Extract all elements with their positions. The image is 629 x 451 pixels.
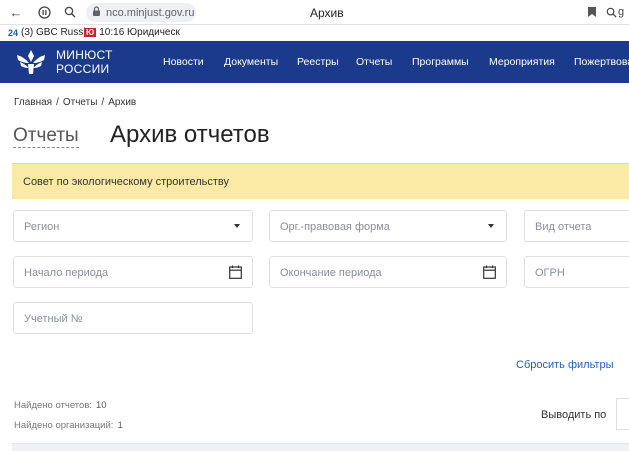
bookmarks-bar: 24 (3) GBC Russia Ю 10:16 Юридическ xyxy=(0,25,629,41)
calendar-icon[interactable] xyxy=(229,265,242,279)
address-bar[interactable]: nco.minjust.gov.ru xyxy=(86,3,196,22)
reports-found: Найдено отчетов: 10 xyxy=(14,400,107,411)
report-type-select[interactable]: Вид отчета xyxy=(524,210,629,242)
chevron-down-icon xyxy=(488,224,494,228)
bookmark-gbc[interactable]: 24 (3) GBC Russia xyxy=(8,27,91,38)
browser-toolbar: ← nco.minjust.gov.ru Архив g xyxy=(0,0,629,25)
period-start-field[interactable]: Начало периода xyxy=(13,256,253,288)
region-select[interactable]: Регион xyxy=(13,210,253,242)
bookmark-label: (3) GBC Russia xyxy=(21,27,92,38)
menu-search-icon[interactable]: g xyxy=(606,4,629,20)
bookmark-badge: 24 xyxy=(8,27,19,38)
tab-reports[interactable]: Отчеты xyxy=(13,125,79,148)
nav-item-reports[interactable]: Отчеты xyxy=(356,56,392,68)
nav-item-documents[interactable]: Документы xyxy=(224,56,278,68)
url-text: nco.minjust.gov.ru xyxy=(106,6,195,19)
lock-icon xyxy=(92,6,101,20)
org-form-select[interactable]: Орг.-правовая форма xyxy=(269,210,507,242)
account-number-field[interactable]: Учетный № xyxy=(13,302,253,334)
nav-item-news[interactable]: Новости xyxy=(163,56,204,68)
breadcrumb: Главная / Отчеты / Архив xyxy=(14,97,140,108)
nav-item-registries[interactable]: Реестры xyxy=(297,56,339,68)
orgs-found: Найдено организаций: 1 xyxy=(14,420,123,431)
bookmark-badge: Ю xyxy=(84,28,97,37)
breadcrumb-reports[interactable]: Отчеты xyxy=(63,97,98,108)
reports-found-count: 10 xyxy=(96,400,107,411)
bookmark-label: 10:16 Юридическ xyxy=(99,27,180,38)
brand-line: МИНЮСТ xyxy=(56,48,113,62)
report-type-placeholder: Вид отчета xyxy=(535,221,592,233)
breadcrumb-home[interactable]: Главная xyxy=(14,97,52,108)
region-placeholder: Регион xyxy=(24,221,60,233)
orgs-found-count: 1 xyxy=(117,420,123,431)
tab-title: Архив xyxy=(310,6,344,20)
period-end-field[interactable]: Окончание периода xyxy=(269,256,507,288)
nav-item-events[interactable]: Мероприятия xyxy=(489,56,555,68)
reset-filters-link[interactable]: Сбросить фильтры xyxy=(516,359,614,371)
account-number-placeholder: Учетный № xyxy=(24,313,83,325)
brand-line: РОССИИ xyxy=(56,62,110,76)
per-page-label: Выводить по xyxy=(541,409,607,421)
bookmark-icon[interactable] xyxy=(584,4,600,20)
site-header: МИНЮСТ РОССИИ Новости Документы Реестры … xyxy=(0,41,629,83)
extension-icon[interactable] xyxy=(36,4,52,20)
orgs-found-label: Найдено организаций: xyxy=(14,420,114,431)
ministry-emblem-icon[interactable] xyxy=(14,47,48,77)
org-form-placeholder: Орг.-правовая форма xyxy=(280,221,390,233)
calendar-icon[interactable] xyxy=(483,265,496,279)
page-title: Архив отчетов xyxy=(110,121,270,148)
ogrn-field[interactable]: ОГРН xyxy=(524,256,629,288)
period-start-placeholder: Начало периода xyxy=(24,267,109,279)
menu-label: g xyxy=(618,6,625,18)
back-arrow-icon[interactable]: ← xyxy=(8,4,24,20)
results-table-header xyxy=(12,443,629,451)
bookmark-legal[interactable]: Ю 10:16 Юридическ xyxy=(84,27,180,38)
breadcrumb-archive: Архив xyxy=(108,97,137,108)
per-page-select[interactable] xyxy=(616,398,629,430)
banner-text: Совет по экологическому строительству xyxy=(23,176,230,188)
breadcrumb-separator: / xyxy=(101,97,105,108)
nav-item-donations[interactable]: Пожертвова xyxy=(574,56,629,68)
period-end-placeholder: Окончание периода xyxy=(280,267,382,279)
nav-item-programs[interactable]: Программы xyxy=(412,56,469,68)
brand-name[interactable]: МИНЮСТ РОССИИ xyxy=(56,48,113,76)
organization-banner: Совет по экологическому строительству xyxy=(12,163,629,199)
chevron-down-icon xyxy=(234,224,240,228)
breadcrumb-separator: / xyxy=(56,97,59,108)
search-icon[interactable] xyxy=(62,4,78,20)
reports-found-label: Найдено отчетов: xyxy=(14,400,93,411)
ogrn-placeholder: ОГРН xyxy=(535,267,565,279)
